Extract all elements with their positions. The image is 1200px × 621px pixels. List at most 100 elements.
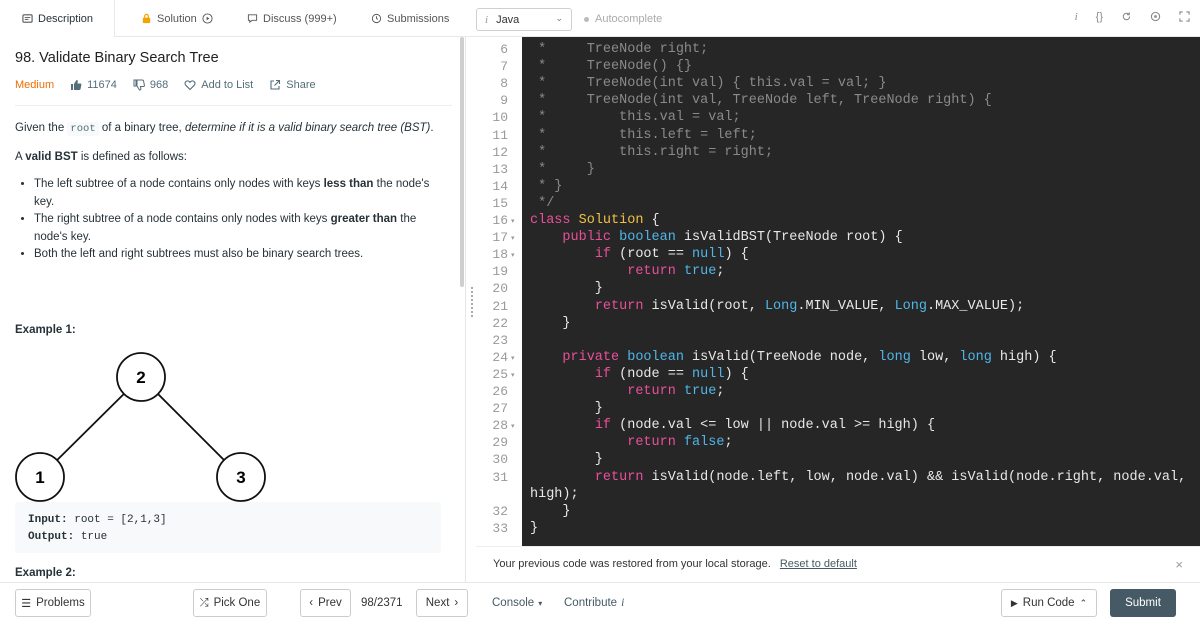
fold-arrow-icon[interactable]: ▾ <box>511 422 515 430</box>
code-line[interactable]: * } <box>530 162 595 177</box>
fullscreen-icon[interactable] <box>1179 11 1190 22</box>
next-button[interactable]: Next › <box>416 589 468 617</box>
code-area[interactable]: * TreeNode right; * TreeNode() {} * Tree… <box>522 37 1200 546</box>
dislike-button[interactable]: 968 <box>133 79 168 91</box>
pick-one-button[interactable]: ⤮ Pick One <box>193 589 267 617</box>
code-line[interactable]: } <box>530 521 538 536</box>
share-button[interactable]: Share <box>269 79 316 91</box>
tab-discuss[interactable]: Discuss (999+) <box>247 0 337 37</box>
autocomplete-label: Autocomplete <box>595 13 663 25</box>
submit-button[interactable]: Submit <box>1110 589 1176 617</box>
list-bold: greater than <box>330 213 398 225</box>
rules-list: The left subtree of a node contains only… <box>34 176 445 264</box>
line-number: 26 <box>492 384 508 399</box>
page-indicator: 98/2371 <box>361 597 403 609</box>
code-line[interactable]: } <box>530 504 570 519</box>
braces-icon[interactable]: {} <box>1096 11 1103 23</box>
code-line[interactable]: * this.right = right; <box>530 145 773 160</box>
line-number: 29 <box>492 435 508 451</box>
example-tree-diagram: 2 1 3 <box>15 352 266 502</box>
list-item: The left subtree of a node contains only… <box>34 176 445 211</box>
description-panel: 98. Validate Binary Search Tree Medium 1… <box>0 37 466 582</box>
code-line[interactable]: public boolean isValidBST(TreeNode root)… <box>530 230 902 245</box>
problems-button[interactable]: ☰ Problems <box>15 589 91 617</box>
contribute-button[interactable]: Contribute i <box>564 597 624 609</box>
code-line[interactable]: class Solution { <box>530 213 660 228</box>
code-line[interactable]: */ <box>530 196 554 211</box>
output-label: Output: <box>28 531 75 543</box>
line-number: 17 <box>492 230 508 246</box>
top-bar: Description Solution Discuss (999+) Subm… <box>0 0 1200 37</box>
fold-arrow-icon[interactable]: ▾ <box>511 234 515 242</box>
desc-text: A <box>15 151 26 163</box>
autocomplete-toggle[interactable]: Autocomplete <box>584 13 662 25</box>
prev-button[interactable]: ‹ Prev <box>300 589 351 617</box>
code-line[interactable]: return true; <box>530 264 724 279</box>
like-button[interactable]: 11674 <box>70 79 117 91</box>
example-2-title: Example 2: <box>15 567 76 579</box>
fold-arrow-icon[interactable]: ▾ <box>511 217 515 225</box>
code-line[interactable]: } <box>530 316 570 331</box>
likes-count: 11674 <box>87 79 117 91</box>
line-number: 23 <box>492 332 508 348</box>
code-line[interactable]: private boolean isValid(TreeNode node, l… <box>530 350 1056 365</box>
line-number-gutter: 6 7 8 9 10 11 12 13 14 15 16 ▾ 17 ▾ 18 ▾ 19 20 21 22 23 24 ▾ 25… <box>476 37 522 546</box>
code-line[interactable]: return true; <box>530 384 724 399</box>
code-line[interactable]: if (root == null) { <box>530 247 749 262</box>
code-line[interactable]: if (node == null) { <box>530 367 749 382</box>
reset-to-default-link[interactable]: Reset to default <box>780 558 857 570</box>
reset-icon[interactable] <box>1121 11 1132 22</box>
restore-notice: Your previous code was restored from you… <box>476 546 1200 582</box>
run-code-label: Run Code <box>1022 597 1075 609</box>
fold-arrow-icon[interactable]: ▾ <box>511 371 515 379</box>
language-select[interactable]: i Java ⌄ <box>476 8 572 31</box>
code-line[interactable]: } <box>530 401 603 416</box>
code-line[interactable]: } <box>530 452 603 467</box>
line-number: 19 <box>492 264 508 280</box>
settings-icon[interactable] <box>1150 11 1161 22</box>
line-number: 9 <box>500 93 508 109</box>
tab-description[interactable]: Description <box>0 0 115 37</box>
code-line[interactable]: * TreeNode(int val) { this.val = val; } <box>530 76 886 91</box>
problem-description: Given the root of a binary tree, determi… <box>15 119 445 264</box>
code-line[interactable]: * this.left = left; <box>530 128 757 143</box>
divider <box>15 105 452 106</box>
tree-node-label: 2 <box>136 368 145 387</box>
play-circle-icon <box>202 13 213 24</box>
drag-handle-icon[interactable] <box>471 287 473 317</box>
line-number: 8 <box>500 76 508 92</box>
code-line[interactable]: * TreeNode(int val, TreeNode left, TreeN… <box>530 93 992 108</box>
code-line[interactable]: return false; <box>530 435 732 450</box>
tree-node-label: 1 <box>35 468 44 487</box>
run-code-button[interactable]: ▶ Run Code ⌃ <box>1001 589 1097 617</box>
code-editor[interactable]: 6 7 8 9 10 11 12 13 14 15 16 ▾ 17 ▾ 18 ▾ 19 20 21 22 23 24 ▾ 25… <box>476 37 1200 546</box>
add-to-list-button[interactable]: Add to List <box>184 79 253 91</box>
code-line[interactable]: high); <box>530 487 579 502</box>
shuffle-icon: ⤮ <box>199 596 209 609</box>
code-line[interactable]: * this.val = val; <box>530 110 741 125</box>
fold-arrow-icon[interactable]: ▾ <box>511 354 515 362</box>
code-line[interactable]: return isValid(node.left, low, node.val)… <box>530 470 1186 485</box>
output-value: true <box>80 531 108 543</box>
code-line[interactable]: } <box>530 281 603 296</box>
pick-one-label: Pick One <box>213 597 261 609</box>
code-line[interactable]: * TreeNode right; <box>530 42 708 57</box>
code-line[interactable]: * TreeNode() {} <box>530 59 692 74</box>
panel-resizer[interactable] <box>467 37 476 582</box>
close-icon[interactable]: × <box>1175 557 1183 572</box>
list-bold: less than <box>323 178 374 190</box>
console-button[interactable]: Console ▾ <box>492 597 542 609</box>
code-line[interactable]: if (node.val <= low || node.val >= high)… <box>530 418 935 433</box>
description-paragraph: Given the root of a binary tree, determi… <box>15 119 445 138</box>
fold-arrow-icon[interactable]: ▾ <box>511 251 515 259</box>
info-icon[interactable]: i <box>1075 11 1078 23</box>
scrollbar[interactable] <box>460 37 464 287</box>
thumbs-up-icon <box>71 80 82 90</box>
next-label: Next <box>425 597 450 609</box>
problem-meta: Medium 11674 968 Add to List Share <box>15 79 316 91</box>
tab-solution[interactable]: Solution <box>141 0 213 37</box>
desc-text: . <box>430 122 434 134</box>
code-line[interactable]: return isValid(root, Long.MIN_VALUE, Lon… <box>530 299 1024 314</box>
tab-submissions[interactable]: Submissions <box>371 0 449 37</box>
code-line[interactable]: * } <box>530 179 562 194</box>
